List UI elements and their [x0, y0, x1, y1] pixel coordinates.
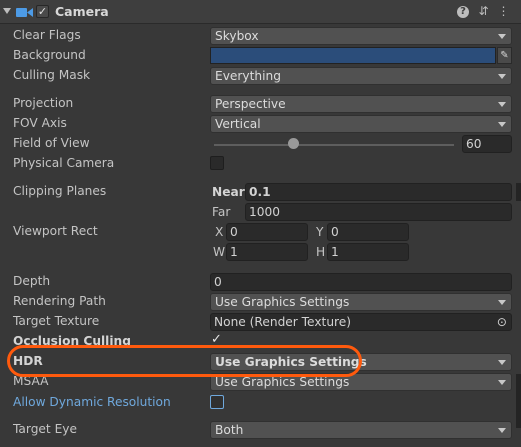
fov-slider-track[interactable]: [214, 144, 454, 146]
viewport-h-field[interactable]: 1: [327, 243, 409, 261]
chevron-down-icon: [498, 102, 506, 107]
background-label: Background: [13, 48, 86, 62]
viewport-rect-row: Viewport Rect X 0 Y 0: [0, 222, 521, 242]
viewport-w-label: W: [213, 245, 226, 259]
near-label: Near: [212, 185, 245, 199]
chevron-down-icon: [498, 34, 506, 39]
culling-mask-dropdown[interactable]: Everything: [210, 67, 512, 85]
allow-dynamic-resolution-row: Allow Dynamic Resolution: [0, 393, 521, 413]
clear-flags-row: Clear Flags Skybox: [0, 26, 521, 46]
camera-icon: [16, 8, 33, 17]
hdr-row: HDR Use Graphics Settings: [0, 352, 521, 372]
clipping-planes-label: Clipping Planes: [13, 184, 107, 198]
context-menu-icon[interactable]: ⋮: [496, 4, 511, 19]
culling-mask-label: Culling Mask: [13, 68, 91, 82]
hdr-dropdown[interactable]: Use Graphics Settings: [210, 353, 512, 371]
scrollbar-segment[interactable]: [516, 183, 521, 201]
far-label: Far: [212, 205, 231, 219]
eyedropper-icon[interactable]: ✎: [497, 47, 512, 64]
occlusion-culling-label: Occlusion Culling: [13, 334, 131, 348]
viewport-h-label: H: [316, 245, 326, 259]
projection-row: Projection Perspective: [0, 94, 521, 114]
chevron-down-icon: [498, 300, 506, 305]
chevron-down-icon: [498, 428, 506, 433]
chevron-down-icon: [498, 380, 506, 385]
scrollbar-segment[interactable]: [516, 374, 521, 428]
msaa-dropdown[interactable]: Use Graphics Settings: [210, 373, 512, 391]
viewport-x-label: X: [215, 225, 224, 239]
object-picker-icon[interactable]: ⊙: [497, 314, 507, 330]
viewport-y-label: Y: [316, 225, 324, 239]
fov-slider-handle[interactable]: [288, 138, 300, 149]
chevron-down-icon: [498, 122, 506, 127]
clipping-far-row: Far 1000: [0, 202, 521, 222]
culling-mask-value: Everything: [215, 69, 281, 83]
fov-value-field[interactable]: 60: [462, 135, 512, 153]
background-color-field[interactable]: [210, 47, 496, 64]
hdr-value: Use Graphics Settings: [215, 355, 367, 369]
fov-axis-label: FOV Axis: [13, 116, 67, 130]
msaa-row: MSAA Use Graphics Settings: [0, 372, 521, 392]
viewport-x-field[interactable]: 0: [226, 223, 308, 241]
projection-label: Projection: [13, 96, 74, 110]
far-field[interactable]: 1000: [245, 203, 512, 221]
field-of-view-label: Field of View: [13, 136, 90, 150]
target-eye-dropdown[interactable]: Both: [210, 421, 512, 439]
depth-row: Depth 0: [0, 272, 521, 292]
rendering-path-label: Rendering Path: [13, 294, 106, 308]
occlusion-culling-row: Occlusion Culling ✓: [0, 332, 521, 352]
target-texture-field[interactable]: None (Render Texture) ⊙: [210, 313, 512, 331]
chevron-down-icon: [498, 360, 506, 365]
background-row: Background ✎: [0, 46, 521, 66]
target-eye-row: Target Eye Both: [0, 420, 521, 440]
msaa-value: Use Graphics Settings: [215, 375, 350, 389]
depth-field[interactable]: 0: [210, 273, 512, 291]
clear-flags-dropdown[interactable]: Skybox: [210, 27, 512, 45]
target-eye-value: Both: [215, 423, 244, 437]
target-eye-label: Target Eye: [13, 422, 77, 436]
component-enabled-checkbox[interactable]: ✓: [36, 5, 49, 18]
fov-axis-value: Vertical: [215, 117, 261, 131]
viewport-w-field[interactable]: 1: [226, 243, 308, 261]
msaa-label: MSAA: [13, 374, 49, 388]
fov-axis-dropdown[interactable]: Vertical: [210, 115, 512, 133]
viewport-y-field[interactable]: 0: [327, 223, 409, 241]
depth-label: Depth: [13, 274, 51, 288]
physical-camera-label: Physical Camera: [13, 156, 115, 170]
fov-axis-row: FOV Axis Vertical: [0, 114, 521, 134]
rendering-path-value: Use Graphics Settings: [215, 295, 350, 309]
allow-dynamic-resolution-checkbox[interactable]: [210, 395, 224, 409]
foldout-arrow-icon[interactable]: [3, 8, 11, 14]
culling-mask-row: Culling Mask Everything: [0, 66, 521, 86]
target-texture-value: None (Render Texture): [214, 315, 352, 329]
clipping-planes-row: Clipping Planes Near 0.1: [0, 182, 521, 202]
physical-camera-row: Physical Camera: [0, 154, 521, 174]
component-title: Camera: [55, 4, 109, 19]
component-header[interactable]: ✓ Camera ? ⇵ ⋮: [0, 0, 521, 24]
rendering-path-dropdown[interactable]: Use Graphics Settings: [210, 293, 512, 311]
presets-icon[interactable]: ⇵: [476, 4, 491, 19]
occlusion-culling-checkbox[interactable]: ✓: [211, 332, 222, 347]
help-icon[interactable]: ?: [457, 6, 469, 18]
clear-flags-label: Clear Flags: [13, 28, 81, 42]
viewport-wh-row: W 1 H 1: [0, 242, 521, 262]
target-texture-row: Target Texture None (Render Texture) ⊙: [0, 312, 521, 332]
rendering-path-row: Rendering Path Use Graphics Settings: [0, 292, 521, 312]
chevron-down-icon: [498, 74, 506, 79]
target-texture-label: Target Texture: [13, 314, 100, 328]
projection-dropdown[interactable]: Perspective: [210, 95, 512, 113]
hdr-label: HDR: [13, 354, 43, 368]
near-field[interactable]: 0.1: [245, 183, 512, 201]
projection-value: Perspective: [215, 97, 286, 111]
viewport-rect-label: Viewport Rect: [13, 224, 98, 238]
physical-camera-checkbox[interactable]: [210, 156, 224, 170]
clear-flags-value: Skybox: [215, 29, 259, 43]
allow-dynamic-resolution-label: Allow Dynamic Resolution: [13, 395, 171, 409]
field-of-view-row: Field of View 60: [0, 134, 521, 154]
